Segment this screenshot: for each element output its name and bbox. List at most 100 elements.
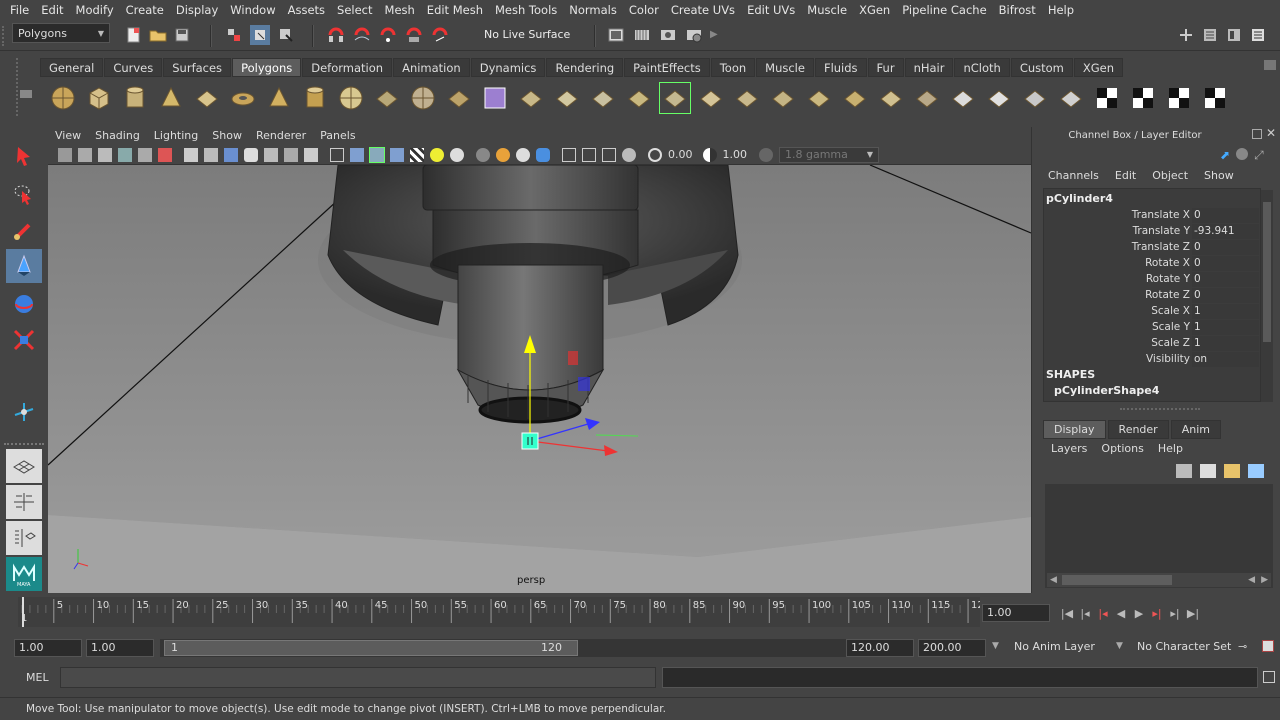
bevel-icon[interactable] <box>804 83 834 113</box>
gate-mask-icon[interactable] <box>244 147 258 162</box>
resolution-gate-icon[interactable] <box>224 147 238 162</box>
close-icon[interactable]: ✕ <box>1266 126 1276 140</box>
tool-settings-toggle-icon[interactable]: ⤢ <box>1254 148 1264 163</box>
render-settings-icon[interactable] <box>684 25 704 45</box>
menu-create[interactable]: Create <box>120 3 170 17</box>
channel-box-menu-object[interactable]: Object <box>1152 169 1188 182</box>
snap-to-view-plane-icon[interactable] <box>404 25 424 45</box>
smooth-shade-icon[interactable] <box>350 147 364 162</box>
safe-action-icon[interactable] <box>284 147 298 162</box>
viewport-menu-view[interactable]: View <box>48 129 88 142</box>
menu-mesh-tools[interactable]: Mesh Tools <box>489 3 563 17</box>
channel-value[interactable]: 0 <box>1192 255 1259 271</box>
channel-row-scale-y[interactable]: Scale Y1 <box>1044 319 1259 335</box>
channel-box-icon[interactable]: ⬈ <box>1220 148 1230 163</box>
shelf-tab-muscle[interactable]: Muscle <box>756 58 814 77</box>
four-view-layout-icon[interactable] <box>6 485 42 519</box>
cylindrical-map-icon[interactable] <box>984 83 1014 113</box>
channel-value[interactable]: 1 <box>1192 303 1259 319</box>
checker-icon-2[interactable] <box>1164 83 1194 113</box>
camera-attributes-icon[interactable] <box>78 147 92 162</box>
soccer-ball-icon[interactable] <box>336 83 366 113</box>
animation-start-field[interactable]: 1.00 <box>14 639 82 657</box>
shelf-tab-surfaces[interactable]: Surfaces <box>163 58 232 77</box>
scale-tool-icon[interactable] <box>6 323 42 357</box>
shelf-tab-dynamics[interactable]: Dynamics <box>470 58 546 77</box>
layer-tab-render[interactable]: Render <box>1107 420 1169 439</box>
xray-active-components-icon[interactable] <box>622 147 636 162</box>
channel-value[interactable]: 0 <box>1192 207 1259 223</box>
wedge-icon[interactable] <box>840 83 870 113</box>
step-forward-frame-icon[interactable]: ▸| <box>1148 605 1166 621</box>
shelf-tab-deformation[interactable]: Deformation <box>302 58 393 77</box>
channel-row-scale-z[interactable]: Scale Z1 <box>1044 335 1259 351</box>
spherical-map-icon[interactable] <box>1020 83 1050 113</box>
layer-tab-anim[interactable]: Anim <box>1170 420 1221 439</box>
channel-value[interactable]: on <box>1192 351 1259 367</box>
checker-icon[interactable] <box>1128 83 1158 113</box>
image-plane-icon[interactable] <box>118 147 132 162</box>
layer-menu-help[interactable]: Help <box>1158 442 1183 455</box>
time-ruler[interactable]: 5 10 15 20 25 30 35 40 45 50 55 60 65 70 75 80 85 90 95 100… <box>18 597 984 627</box>
textured-icon[interactable] <box>390 147 404 162</box>
shelf-tab-fluids[interactable]: Fluids <box>814 58 867 77</box>
shelf-tab-ncloth[interactable]: nCloth <box>954 58 1010 77</box>
bool-icon[interactable] <box>480 83 510 113</box>
channel-row-rotate-z[interactable]: Rotate Z0 <box>1044 287 1259 303</box>
shadows-icon[interactable] <box>430 147 444 162</box>
cylinder-icon[interactable] <box>120 83 150 113</box>
show-manipulator-icon[interactable] <box>6 395 42 429</box>
move-tool-icon[interactable] <box>6 249 42 283</box>
shelf-tab-fur[interactable]: Fur <box>867 58 904 77</box>
xray-joints-icon[interactable] <box>602 147 616 162</box>
viewport-menu-show[interactable]: Show <box>205 129 249 142</box>
torus-icon[interactable] <box>228 83 258 113</box>
go-to-start-icon[interactable]: |◀ <box>1058 605 1076 621</box>
shelf-tab-polygons[interactable]: Polygons <box>232 58 302 77</box>
channel-value[interactable]: 0 <box>1192 271 1259 287</box>
mirror-icon[interactable] <box>516 83 546 113</box>
channel-row-visibility[interactable]: Visibility on <box>1044 351 1259 367</box>
2d-pan-zoom-icon[interactable] <box>158 147 172 162</box>
viewport-menu-renderer[interactable]: Renderer <box>249 129 313 142</box>
gamma-value[interactable]: 1.00 <box>723 148 748 161</box>
play-forwards-icon[interactable]: ▶ <box>1130 605 1148 621</box>
channel-box-menu-show[interactable]: Show <box>1204 169 1234 182</box>
play-backwards-icon[interactable]: ◀ <box>1112 605 1130 621</box>
shelf-tab-curves[interactable]: Curves <box>104 58 163 77</box>
chevron-down-icon[interactable]: ▼ <box>1116 641 1123 651</box>
shelf-tab-toon[interactable]: Toon <box>710 58 756 77</box>
playback-start-field[interactable]: 1.00 <box>86 639 154 657</box>
snap-to-curve-icon[interactable] <box>352 25 372 45</box>
cone-icon[interactable] <box>156 83 186 113</box>
perspective-viewport[interactable]: persp <box>48 165 1031 593</box>
select-by-hierarchy-icon[interactable] <box>224 25 244 45</box>
pane-grip[interactable] <box>1120 408 1200 412</box>
separate-icon[interactable] <box>372 83 402 113</box>
ipr-render-icon[interactable] <box>658 25 678 45</box>
bridge-icon[interactable] <box>588 83 618 113</box>
attribute-editor-icon[interactable] <box>1200 25 1220 45</box>
attribute-editor-toggle-icon[interactable] <box>1236 148 1249 160</box>
new-scene-icon[interactable] <box>124 25 144 45</box>
shelf-trash-icon[interactable] <box>1264 60 1276 70</box>
layer-menu-layers[interactable]: Layers <box>1051 442 1087 455</box>
shelf-tab-custom[interactable]: Custom <box>1010 58 1073 77</box>
grease-pencil-icon[interactable] <box>138 147 152 162</box>
make-live-icon[interactable] <box>430 25 450 45</box>
grid-toggle-icon[interactable] <box>184 147 198 162</box>
shape-name[interactable]: pCylinderShape4 <box>1054 384 1159 397</box>
viewport-menu-lighting[interactable]: Lighting <box>147 129 205 142</box>
channel-value[interactable]: 1 <box>1192 335 1259 351</box>
motion-blur-icon[interactable] <box>496 147 510 162</box>
combine-icon[interactable] <box>408 83 438 113</box>
poke-icon[interactable] <box>912 83 942 113</box>
view-transform-select[interactable]: 1.8 gamma ▼ <box>779 146 879 163</box>
layer-menu-options[interactable]: Options <box>1101 442 1143 455</box>
menu-pipeline-cache[interactable]: Pipeline Cache <box>896 3 992 17</box>
shelf-tab-painteffects[interactable]: PaintEffects <box>624 58 710 77</box>
exposure-icon[interactable] <box>648 147 662 162</box>
menu-help[interactable]: Help <box>1042 3 1080 17</box>
save-scene-icon[interactable] <box>172 25 192 45</box>
xray-icon[interactable] <box>582 147 596 162</box>
